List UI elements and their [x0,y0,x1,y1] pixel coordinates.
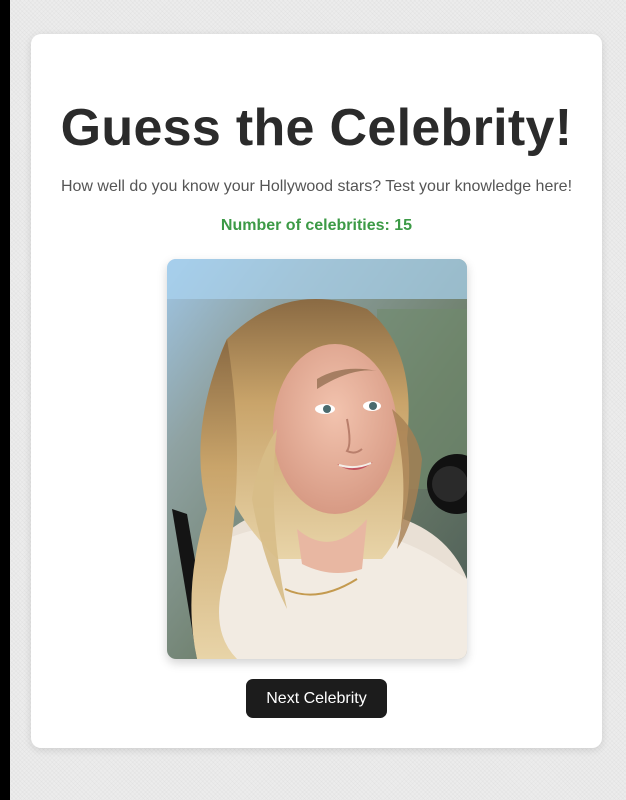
celebrity-photo [167,259,467,659]
next-celebrity-button[interactable]: Next Celebrity [246,679,387,718]
celebrity-portrait-icon [167,259,467,659]
page-title: Guess the Celebrity! [60,99,573,157]
game-card: Guess the Celebrity! How well do you kno… [31,34,602,748]
page-subtitle: How well do you know your Hollywood star… [60,178,573,195]
window-edge [0,0,10,800]
celebrity-count: Number of celebrities: 15 [220,217,413,234]
